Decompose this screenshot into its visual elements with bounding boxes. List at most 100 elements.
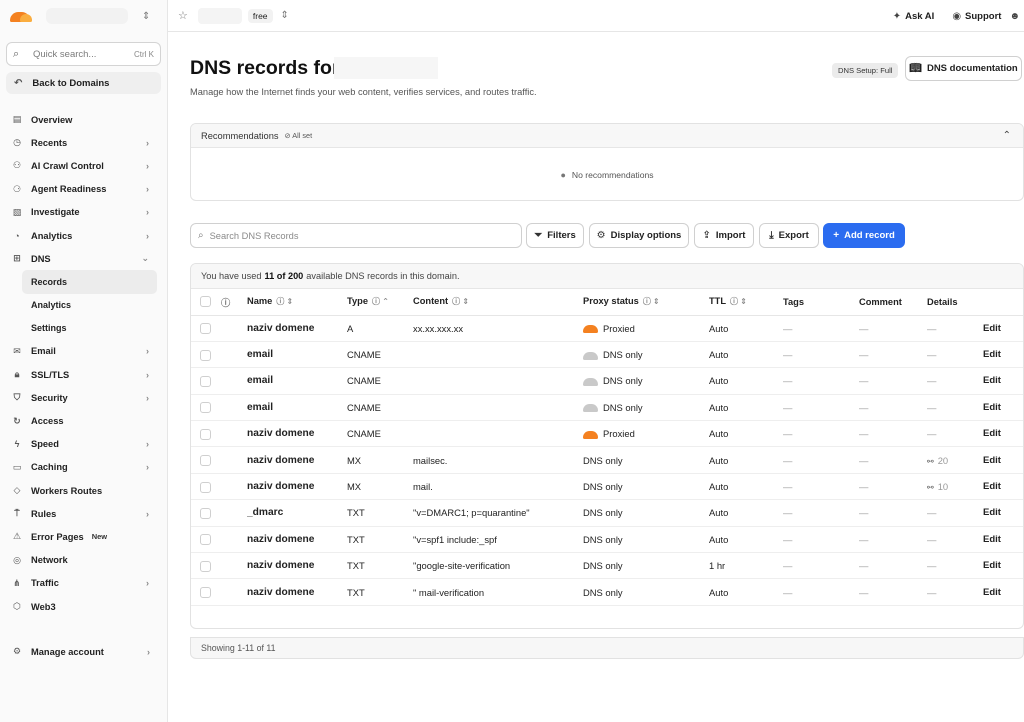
sidebar-item-dns[interactable]: ⊞ DNS ⌄	[0, 247, 167, 270]
sidebar-item-caching[interactable]: ▭ Caching ›	[0, 456, 167, 479]
table-row[interactable]: naziv domene TXT "v=spf1 include:_spf DNS o…	[191, 526, 1023, 554]
document-icon: ▤	[12, 114, 22, 125]
chevron-up-icon[interactable]: ⌃	[1003, 130, 1011, 141]
sidebar-item-analytics[interactable]: ◔ Analytics ›	[0, 224, 167, 247]
record-proxy-status: DNS only	[583, 394, 709, 422]
support-button[interactable]: ◉ Support	[952, 11, 1001, 22]
display-options-label: Display options	[610, 230, 682, 241]
table-row[interactable]: email CNAME DNS only Auto — — — Edit	[191, 341, 1023, 369]
table-row[interactable]: naziv domene MX mail. DNS only Auto — — ⚯ 10 Edit	[191, 473, 1023, 501]
edit-button[interactable]: Edit	[983, 420, 1023, 448]
quick-search-input[interactable]: ⌕ Quick search... Ctrl K	[6, 42, 161, 66]
cloud-dns-only-icon[interactable]	[583, 351, 598, 360]
chevron-right-icon: ›	[146, 230, 149, 241]
import-button[interactable]: ⇪ Import	[694, 223, 754, 248]
cloud-dns-only-icon[interactable]	[583, 404, 598, 413]
sidebar-item-speed[interactable]: ϟ Speed ›	[0, 433, 167, 456]
sidebar-item-rules[interactable]: ⍑ Rules ›	[0, 502, 167, 525]
edit-button[interactable]: Edit	[983, 526, 1023, 554]
edit-button[interactable]: Edit	[983, 552, 1023, 580]
column-ttl[interactable]: TTL ⓘ ⇕	[709, 289, 783, 316]
dns-documentation-button[interactable]: 📖︎ DNS documentation	[905, 56, 1022, 81]
user-menu[interactable]: ☻	[1009, 11, 1024, 22]
table-row[interactable]: naziv domene CNAME Proxied Auto — — — Edit	[191, 420, 1023, 448]
sidebar-item-workers-routes[interactable]: ◇ Workers Routes	[0, 479, 167, 502]
back-to-domains-button[interactable]: ↶ Back to Domains	[6, 72, 161, 94]
edit-button[interactable]: Edit	[983, 578, 1023, 606]
sidebar-item-error-pages[interactable]: ⚠ Error Pages New	[0, 525, 167, 548]
row-checkbox[interactable]	[200, 375, 211, 387]
sidebar-item-label: Access	[31, 416, 64, 427]
select-all-checkbox[interactable]	[200, 296, 211, 308]
cloud-dns-only-icon[interactable]	[583, 377, 598, 386]
import-label: Import	[715, 230, 746, 241]
sidebar-item-ssl-tls[interactable]: 🔒︎ SSL/TLS ›	[0, 363, 167, 386]
cloud-proxied-icon[interactable]	[583, 325, 598, 334]
cloud-proxied-icon[interactable]	[583, 430, 598, 439]
column-type[interactable]: Type ⓘ ⌃	[347, 289, 413, 316]
filters-button[interactable]: ⏷ Filters	[526, 223, 584, 248]
record-details: —	[927, 552, 983, 580]
row-checkbox[interactable]	[200, 349, 211, 361]
sidebar-item-access[interactable]: ↻ Access	[0, 409, 167, 432]
table-row[interactable]: naziv domene Axx.xx.xxx.xx Proxied Auto — — — E…	[191, 315, 1023, 342]
edit-button[interactable]: Edit	[983, 394, 1023, 422]
sidebar-item-security[interactable]: ⛉ Security ›	[0, 386, 167, 409]
record-type: TXT	[347, 552, 413, 580]
column-content[interactable]: Content ⓘ ⇕	[413, 289, 583, 316]
row-checkbox[interactable]	[200, 587, 211, 599]
row-checkbox[interactable]	[200, 428, 211, 440]
sidebar-subitem-records[interactable]: Records	[22, 270, 157, 294]
export-button[interactable]: ⤓ Export	[759, 223, 819, 248]
table-row[interactable]: _dmarc TXT "v=DMARC1; p=quarantine" DNS onl…	[191, 499, 1023, 527]
table-row[interactable]: naziv domene TXT " mail-verification DNS on…	[191, 578, 1023, 606]
row-checkbox[interactable]	[200, 534, 211, 546]
row-checkbox[interactable]	[200, 402, 211, 414]
table-row[interactable]: naziv domene MX mailsec. DNS only Auto — — ⚯ 20 E…	[191, 446, 1023, 474]
edit-button[interactable]: Edit	[983, 315, 1023, 342]
chevron-updown-icon[interactable]: ⇕	[281, 10, 289, 21]
recommendations-header[interactable]: Recommendations ⊘ All set ⌃	[191, 124, 1023, 148]
table-row[interactable]: naziv domene TXT "google-site-verification…	[191, 552, 1023, 580]
column-comment: Comment	[859, 289, 927, 316]
details-value: —	[927, 560, 937, 572]
sidebar-subitem-analytics[interactable]: Analytics	[22, 294, 157, 317]
table-row[interactable]: email CNAME DNS only Auto — — — Edit	[191, 367, 1023, 395]
display-options-button[interactable]: ⚙ Display options	[589, 223, 689, 248]
edit-button[interactable]: Edit	[983, 446, 1023, 474]
sidebar-item-web3[interactable]: ⬡ Web3	[0, 595, 167, 618]
sidebar-subitem-settings[interactable]: Settings	[22, 317, 157, 340]
sidebar-item-email[interactable]: ✉ Email ›	[0, 340, 167, 363]
edit-button[interactable]: Edit	[983, 473, 1023, 501]
column-name[interactable]: Name ⓘ ⇕	[247, 289, 347, 316]
sidebar-item-manage-account[interactable]: ⚙ Manage account ›	[0, 640, 168, 663]
sidebar-item-recents[interactable]: ◷ Recents ›	[0, 131, 167, 154]
row-checkbox[interactable]	[200, 455, 211, 467]
row-checkbox[interactable]	[200, 560, 211, 572]
row-checkbox[interactable]	[200, 481, 211, 493]
sidebar-item-investigate[interactable]: ▧ Investigate ›	[0, 201, 167, 224]
row-checkbox[interactable]	[200, 507, 211, 519]
dns-search-input[interactable]: ⌕ Search DNS Records	[190, 223, 522, 248]
chevron-updown-icon[interactable]: ⇕	[142, 11, 150, 22]
sidebar-item-ai-crawl-control[interactable]: ⚇ AI Crawl Control ›	[0, 154, 167, 177]
sidebar-item-label: Caching	[31, 462, 68, 473]
sidebar-item-agent-readiness[interactable]: ⚆ Agent Readiness ›	[0, 178, 167, 201]
edit-button[interactable]: Edit	[983, 341, 1023, 369]
edit-button[interactable]: Edit	[983, 367, 1023, 395]
record-name: naziv domene	[247, 526, 347, 554]
row-checkbox[interactable]	[200, 323, 211, 335]
chevron-right-icon: ›	[146, 346, 149, 357]
chevron-right-icon: ›	[146, 578, 149, 589]
add-record-button[interactable]: + Add record	[823, 223, 905, 248]
sidebar-item-overview[interactable]: ▤ Overview	[0, 108, 167, 131]
sidebar-item-network[interactable]: ◎ Network	[0, 549, 167, 572]
column-proxy-status[interactable]: Proxy status ⓘ ⇕	[583, 289, 709, 316]
edit-button[interactable]: Edit	[983, 499, 1023, 527]
table-row[interactable]: email CNAME DNS only Auto — — — Edit	[191, 394, 1023, 422]
ask-ai-button[interactable]: ✦ Ask AI	[893, 11, 935, 22]
search-icon: ⌕	[198, 230, 204, 241]
account-switcher[interactable]: ⇕	[0, 0, 167, 32]
star-icon[interactable]: ☆	[178, 9, 188, 22]
sidebar-item-traffic[interactable]: ⋔ Traffic ›	[0, 572, 167, 595]
